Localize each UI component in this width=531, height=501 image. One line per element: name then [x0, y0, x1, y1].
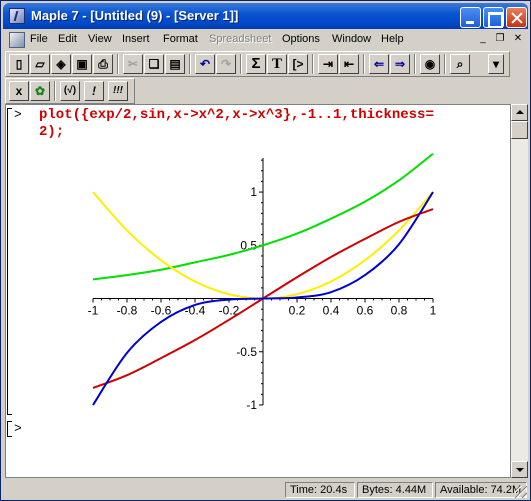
execute-check-icon[interactable]: (√): [60, 81, 80, 101]
toolbar-overflow-icon[interactable]: ▾: [488, 54, 504, 74]
printer-icon[interactable]: ⎙: [93, 54, 113, 74]
scroll-down-icon[interactable]: [511, 461, 528, 478]
menu-insert[interactable]: Insert: [122, 33, 150, 45]
open-url-icon[interactable]: ◈: [51, 54, 71, 74]
x-tick-label: -0.8: [117, 304, 138, 318]
command-line-2[interactable]: 2);: [39, 124, 64, 141]
plot-output[interactable]: -1 -0.8 -0.6 -0.4 -0.2 0.2 0.4 0.6 0.8 1-1-0.50.5…: [76, 150, 456, 420]
toolbar-separator: [240, 54, 242, 74]
execute-all-icon[interactable]: !!!: [108, 81, 128, 101]
child-minimize-icon[interactable]: _: [475, 33, 491, 47]
scroll-thumb[interactable]: [511, 121, 528, 139]
window-title: Maple 7 - [Untitled (9) - [Server 1]]: [31, 8, 239, 23]
child-restore-icon[interactable]: ❐: [492, 33, 508, 47]
sigma-icon[interactable]: Σ: [246, 54, 266, 74]
menu-bar: File Edit View Insert Format Spreadsheet…: [3, 30, 528, 50]
title-bar[interactable]: Maple 7 - [Untitled (9) - [Server 1]]: [3, 3, 528, 29]
y-tick-label: 1: [250, 185, 257, 199]
close-button[interactable]: [506, 7, 527, 28]
main-toolbar: ▯ ▱ ◈ ▣ ⎙ ✂ ❏ ▤ ↶ ↷ Σ T [> ⇥ ⇤ ⇐ ⇒ ◉ ⌕ ▾: [5, 51, 510, 77]
status-available-label: Available:: [440, 484, 488, 496]
menu-view[interactable]: View: [88, 33, 112, 45]
empty-group-bracket[interactable]: [7, 421, 12, 437]
resize-grip-icon[interactable]: [515, 486, 527, 498]
empty-input-prompt[interactable]: >: [14, 421, 22, 436]
menu-spreadsheet: Spreadsheet: [209, 33, 272, 45]
maple-window: Maple 7 - [Untitled (9) - [Server 1]] Fi…: [0, 0, 531, 501]
execute-one-icon[interactable]: !: [84, 81, 104, 101]
x-tick-label: 0.6: [357, 304, 374, 318]
worksheet-area[interactable]: > plot({exp/2,sin,x->x^2,x->x^3},-1..1,t…: [5, 104, 511, 478]
menu-format[interactable]: Format: [163, 33, 198, 45]
x-tick-label: 0.4: [323, 304, 340, 318]
menu-help[interactable]: Help: [381, 33, 404, 45]
input-prompt-icon[interactable]: [>: [288, 54, 308, 74]
x-tick-label: 0.8: [391, 304, 408, 318]
redo-arrow-icon: ↷: [216, 54, 236, 74]
outdent-icon[interactable]: ⇤: [339, 54, 359, 74]
interrupt-x-icon[interactable]: x: [9, 81, 29, 101]
menu-edit[interactable]: Edit: [58, 33, 77, 45]
status-available: Available: 74.2M: [435, 482, 527, 498]
plot-axes: -1 -0.8 -0.6 -0.4 -0.2 0.2 0.4 0.6 0.8 1-1-0.50.5…: [88, 158, 437, 412]
indent-icon[interactable]: ⇥: [318, 54, 338, 74]
input-prompt: >: [14, 107, 22, 122]
toolbar-separator: [444, 54, 446, 74]
menu-file[interactable]: File: [30, 33, 48, 45]
toolbar-separator: [117, 54, 119, 74]
menu-options[interactable]: Options: [282, 33, 320, 45]
status-bytes-label: Bytes:: [362, 484, 393, 496]
child-close-icon[interactable]: ✕: [510, 33, 526, 47]
maple-leaf-icon[interactable]: ✿: [30, 81, 50, 101]
paste-icon[interactable]: ▤: [165, 54, 185, 74]
status-bar: Time: 20.4s Bytes: 4.44M Available: 74.2…: [3, 481, 528, 499]
maple-app-icon[interactable]: [9, 8, 25, 24]
maximize-button[interactable]: [483, 7, 504, 28]
status-bytes: Bytes: 4.44M: [357, 482, 433, 498]
forward-arrow-icon[interactable]: ⇒: [390, 54, 410, 74]
x-tick-label: -0.6: [151, 304, 172, 318]
toolbar-separator: [54, 81, 56, 101]
scroll-up-icon[interactable]: [511, 104, 528, 121]
minimize-button[interactable]: [460, 7, 481, 28]
status-time-label: Time:: [290, 484, 318, 496]
zoom-magnifier-icon[interactable]: ⌕: [450, 54, 470, 74]
x-tick-label: -1: [88, 304, 99, 318]
open-folder-icon[interactable]: ▱: [30, 54, 50, 74]
y-tick-label: -0.5: [236, 345, 257, 359]
save-disk-icon[interactable]: ▣: [72, 54, 92, 74]
y-tick-label: -1: [246, 398, 257, 412]
stop-icon[interactable]: ◉: [420, 54, 440, 74]
copy-icon[interactable]: ❏: [144, 54, 164, 74]
undo-arrow-icon[interactable]: ↶: [195, 54, 215, 74]
toolbar-separator: [414, 54, 416, 74]
status-bytes-value: 4.44M: [395, 484, 427, 496]
new-document-icon[interactable]: ▯: [9, 54, 29, 74]
x-tick-label: 1: [430, 304, 437, 318]
toolbar-separator: [312, 54, 314, 74]
context-toolbar: x ✿ (√) ! !!!: [5, 78, 135, 104]
toolbar-separator: [363, 54, 365, 74]
vertical-scrollbar[interactable]: [511, 104, 528, 478]
text-T-icon[interactable]: T: [267, 54, 287, 74]
execution-group-bracket[interactable]: [7, 108, 12, 415]
status-time-value: 20.4s: [320, 484, 348, 496]
command-line-1[interactable]: plot({exp/2,sin,x->x^2,x->x^3},-1..1,thi…: [39, 107, 434, 124]
document-icon[interactable]: [9, 32, 25, 48]
status-time: Time: 20.4s: [285, 482, 355, 498]
toolbar-separator: [189, 54, 191, 74]
x-tick-label: 0.2: [289, 304, 306, 318]
scissors-icon: ✂: [123, 54, 143, 74]
back-arrow-icon[interactable]: ⇐: [369, 54, 389, 74]
menu-window[interactable]: Window: [332, 33, 371, 45]
